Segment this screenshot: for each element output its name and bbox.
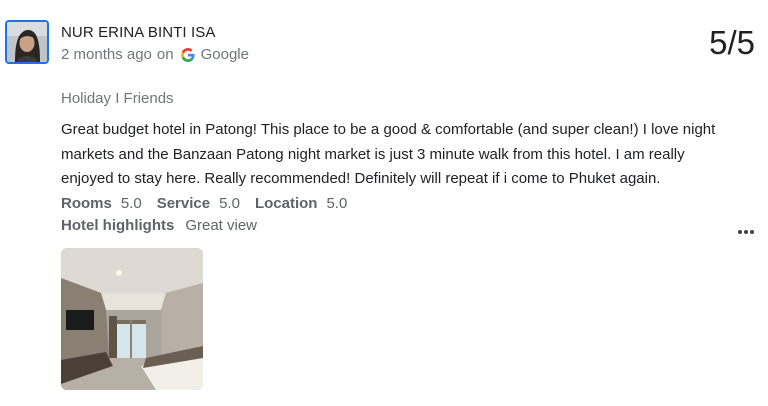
review-text: Great budget hotel in Patong! This place… <box>61 121 716 187</box>
reviewer-avatar[interactable] <box>5 20 49 64</box>
sub-rating-label-service: Service <box>156 195 211 212</box>
sub-rating-value-location: 5.0 <box>326 195 348 212</box>
highlights-value: Great view <box>185 217 258 234</box>
more-horizontal-icon <box>738 230 742 234</box>
sub-rating-label-rooms: Rooms <box>61 195 112 212</box>
review-meta: 2 months ago on Google <box>61 46 249 63</box>
sub-ratings: Rooms 5.0 Service 5.0 Location 5.0 <box>61 195 347 212</box>
sub-rating-label-location: Location <box>254 195 318 212</box>
trip-type: Holiday I Friends <box>61 90 174 107</box>
hotel-highlights: Hotel highlights Great view <box>61 217 257 234</box>
sub-rating-value-service: 5.0 <box>219 195 240 212</box>
highlights-label: Hotel highlights <box>61 217 175 234</box>
review-source: Google <box>200 46 249 63</box>
review-time: 2 months ago <box>61 46 152 63</box>
google-g-icon <box>180 47 195 62</box>
sub-rating-value-rooms: 5.0 <box>120 195 142 212</box>
review-rating: 5/5 <box>709 24 755 61</box>
reviewer-name[interactable]: NUR ERINA BINTI ISA <box>61 24 215 41</box>
more-horizontal-icon <box>744 230 748 234</box>
review-photo[interactable] <box>61 248 203 390</box>
review-on-word: on <box>156 46 174 63</box>
more-horizontal-icon <box>750 230 754 234</box>
more-options-button[interactable] <box>734 222 758 242</box>
